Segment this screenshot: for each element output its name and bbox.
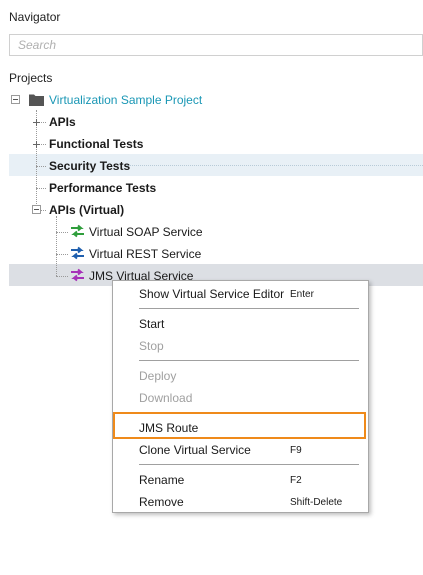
tree-item-project[interactable]: Virtualization Sample Project: [0, 89, 423, 111]
menu-item-start[interactable]: Start: [113, 313, 368, 335]
projects-label: Projects: [9, 71, 53, 85]
expand-icon[interactable]: [32, 140, 41, 149]
context-menu: Show Virtual Service Editor Enter Start …: [112, 280, 369, 513]
tree-item-apis-virtual[interactable]: APIs (Virtual): [0, 199, 423, 221]
tree-item-apis[interactable]: APIs: [0, 111, 423, 133]
panel-title: Navigator: [9, 10, 61, 24]
menu-item-label: Start: [139, 317, 165, 331]
menu-item-remove[interactable]: Remove Shift-Delete: [113, 491, 368, 513]
menu-item-label: Download: [139, 391, 193, 405]
search-input[interactable]: [10, 35, 422, 55]
tree-item-label: Virtual SOAP Service: [89, 225, 203, 239]
menu-item-download: Download: [113, 387, 368, 409]
virtual-soap-icon: [71, 224, 84, 238]
menu-item-shortcut: F9: [290, 445, 302, 456]
tree-item-label: APIs (Virtual): [49, 203, 125, 217]
menu-item-label: Rename: [139, 473, 185, 487]
menu-item-shortcut: F2: [290, 475, 302, 486]
tree-item-label: APIs: [49, 115, 76, 129]
tree-item-label: Performance Tests: [49, 181, 157, 195]
menu-item-label: Show Virtual Service Editor: [139, 287, 285, 301]
tree-item-virtual-soap[interactable]: Virtual SOAP Service: [0, 221, 423, 243]
menu-item-label: JMS Route: [139, 421, 199, 435]
tree-item-performance-tests[interactable]: Performance Tests: [0, 177, 423, 199]
virtual-rest-icon: [71, 246, 84, 260]
menu-item-shortcut: Shift-Delete: [290, 497, 343, 508]
menu-item-label: Remove: [139, 495, 184, 509]
collapse-icon[interactable]: [32, 205, 41, 214]
menu-item-jms-route[interactable]: JMS Route: [113, 417, 368, 439]
menu-separator: [139, 464, 359, 465]
virtual-jms-icon: [71, 268, 84, 282]
expand-icon[interactable]: [32, 118, 41, 127]
tree-item-label: Functional Tests: [49, 137, 144, 151]
menu-item-clone[interactable]: Clone Virtual Service F9: [113, 439, 368, 461]
tree-item-functional-tests[interactable]: Functional Tests: [0, 133, 423, 155]
menu-item-shortcut: Enter: [290, 289, 314, 300]
tree-item-security-tests[interactable]: Security Tests: [0, 155, 423, 177]
tree-item-label: Virtual REST Service: [89, 247, 202, 261]
menu-separator: [139, 308, 359, 309]
menu-item-deploy: Deploy: [113, 365, 368, 387]
menu-item-rename[interactable]: Rename F2: [113, 469, 368, 491]
project-name: Virtualization Sample Project: [49, 93, 203, 107]
menu-separator: [139, 360, 359, 361]
search-box[interactable]: [9, 34, 423, 56]
tree-item-label: Security Tests: [49, 159, 131, 173]
menu-item-show-editor[interactable]: Show Virtual Service Editor Enter: [113, 283, 368, 305]
menu-item-label: Stop: [139, 339, 164, 353]
collapse-icon[interactable]: [11, 95, 20, 104]
menu-item-label: Clone Virtual Service: [139, 443, 251, 457]
folder-icon: [29, 94, 44, 106]
menu-item-label: Deploy: [139, 369, 177, 383]
tree-item-virtual-rest[interactable]: Virtual REST Service: [0, 243, 423, 265]
menu-item-stop: Stop: [113, 335, 368, 357]
